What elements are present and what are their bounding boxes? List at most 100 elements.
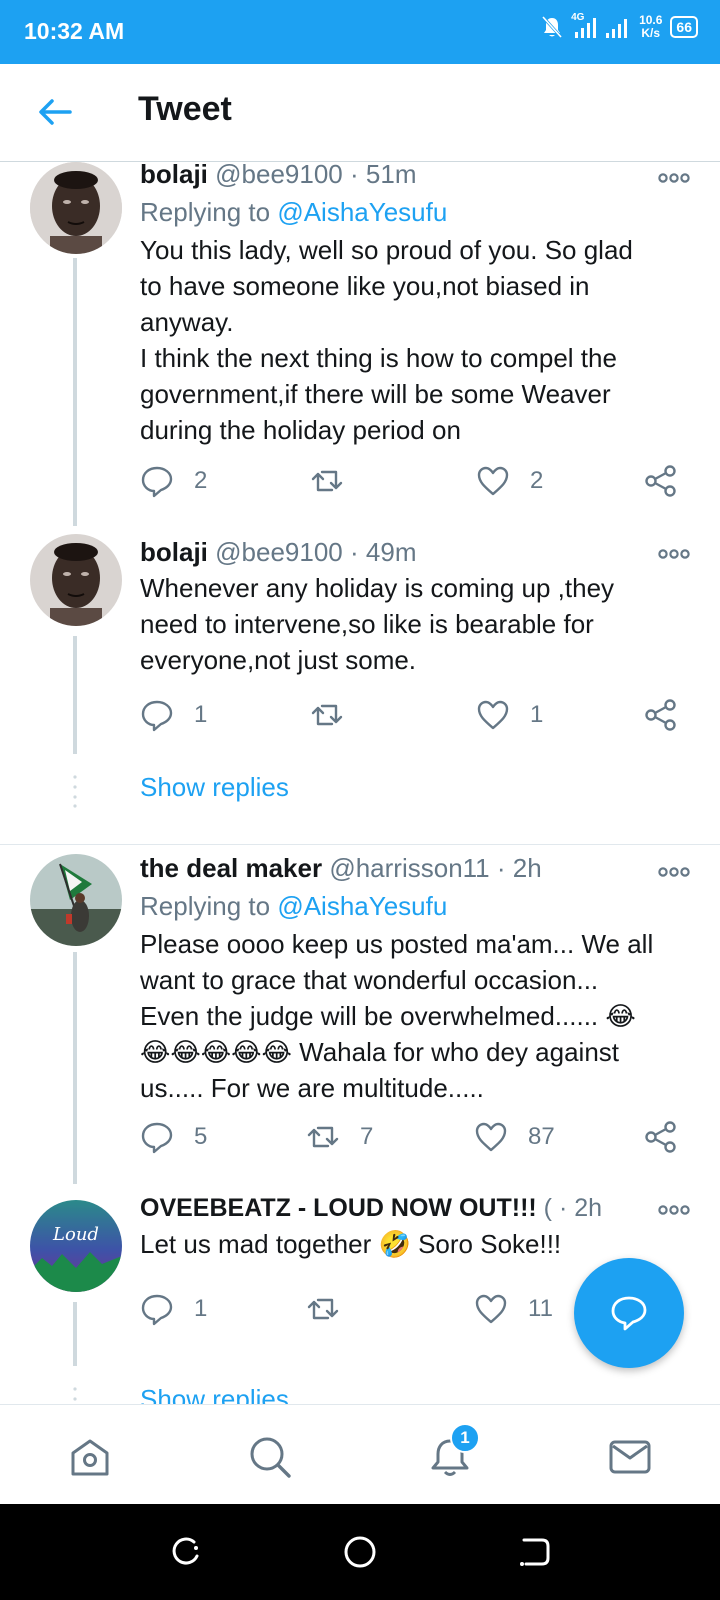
avatar-album-icon: Loud [30,1200,122,1292]
compose-reply-button[interactable] [574,1258,684,1368]
share-button[interactable] [644,698,678,732]
tweet-header: OVEEBEATZ - LOUD NOW OUT!!! ( · 2h [140,1192,692,1224]
recents-icon [172,1537,199,1565]
system-navigation-bar [0,1504,720,1600]
tweet-content: bolaji @bee9100 · 49m Whenever any holid… [140,536,692,678]
tweet-time: 49m [365,537,417,567]
reply-button[interactable]: 2 [140,464,207,498]
more-icon [658,867,690,877]
more-options-button[interactable] [656,544,692,564]
mute-bell-icon [541,15,563,39]
reply-icon [141,1122,173,1154]
avatar-flag-icon [30,854,122,946]
reply-icon [141,1294,173,1326]
share-button[interactable] [644,464,678,498]
show-replies-link[interactable]: Show replies [140,1384,289,1404]
like-button[interactable]: 1 [476,698,543,732]
reply-count: 2 [194,467,208,494]
home-system-button[interactable] [342,1534,378,1570]
retweet-button[interactable]: 7 [306,1120,373,1154]
reply-button[interactable]: 1 [140,1292,207,1326]
mail-icon [609,1440,651,1474]
avatar[interactable] [30,162,122,254]
nav-home[interactable] [68,1435,112,1479]
tweet-text-line: to have someone like you,not biased in [140,271,590,301]
divider [0,844,720,845]
share-icon [645,465,676,497]
reply-button[interactable]: 1 [140,698,207,732]
more-options-button[interactable] [656,168,692,188]
search-icon [250,1437,291,1478]
thread-dots [73,775,77,808]
more-icon [658,549,690,559]
avatar[interactable] [30,854,122,946]
like-count: 1 [530,701,544,728]
app-header: Tweet [0,64,720,162]
status-time: 10:32 AM [24,18,125,44]
retweet-icon [311,704,343,726]
mention-link[interactable]: @AishaYesufu [277,891,447,921]
status-bar: 10:32 AM 4G 10.6 K/s 66 [0,0,720,64]
retweet-icon [311,470,343,492]
author-name[interactable]: bolaji [140,537,208,567]
tweet-text-line: want to grace that wonderful occasion... [140,965,599,995]
more-options-button[interactable] [656,1200,692,1220]
avatar-album-title: Loud [52,1224,99,1245]
like-button[interactable]: 87 [474,1120,555,1154]
author-name[interactable]: the deal maker [140,853,322,883]
like-button[interactable]: 11 [474,1292,553,1326]
mention-link[interactable]: @AishaYesufu [277,197,447,227]
author-handle[interactable]: @bee9100 [215,162,343,189]
thread-connector [73,258,77,526]
replying-to: Replying to @AishaYesufu [140,194,692,230]
author-name[interactable]: bolaji [140,162,208,189]
back-system-button[interactable] [516,1534,552,1570]
recents-button[interactable] [168,1534,204,1570]
author-handle[interactable]: @harrisson11 [329,853,489,883]
back-button[interactable] [36,92,76,132]
net-speed: 10.6 K/s [639,14,662,40]
author-handle[interactable]: @bee9100 [215,537,343,567]
like-button[interactable]: 2 [476,464,543,498]
more-options-button[interactable] [656,862,692,882]
tweet-text: Let us mad together 🤣 Soro Soke!!! [140,1226,692,1262]
replying-label: Replying to [140,891,271,921]
tweet-content: bolaji @bee9100 · 51m Replying to @Aisha… [140,162,692,448]
tweet-thread[interactable]: bolaji @bee9100 · 51m Replying to @Aisha… [0,162,720,1404]
retweet-button[interactable] [310,464,364,498]
tweet-3[interactable]: the deal maker @harrisson11 · 2h Replyin… [0,853,720,1190]
retweet-button[interactable] [310,698,364,732]
nav-search[interactable] [248,1435,292,1479]
show-replies-link[interactable]: Show replies [140,772,289,803]
retweet-button[interactable] [306,1292,360,1326]
bottom-navigation: 1 [0,1404,720,1504]
nav-messages[interactable] [608,1435,652,1479]
tweet-actions: 1 1 [140,698,690,738]
separator-dot: · [350,537,359,567]
share-button[interactable] [644,1120,678,1154]
home-icon [71,1439,109,1476]
battery-indicator: 66 [670,16,698,38]
like-icon [477,466,509,496]
like-count: 2 [530,467,544,494]
tweet-text-line: everyone,not just some. [140,645,417,675]
like-icon [477,700,509,730]
reply-icon [141,700,173,732]
like-icon [475,1294,507,1324]
author-name[interactable]: OVEEBEATZ - LOUD NOW OUT!!! [140,1194,537,1222]
tweet-text-line: government,if there will be some Weaver [140,379,611,409]
like-count: 11 [528,1295,553,1322]
avatar[interactable]: Loud [30,1200,122,1292]
tweet-text-line: Whenever any holiday is coming up ,they [140,573,615,603]
tweet-1[interactable]: bolaji @bee9100 · 51m Replying to @Aisha… [0,162,720,532]
tweet-text-line: Let us mad together 🤣 Soro Soke!!! [140,1229,562,1259]
avatar[interactable] [30,534,122,626]
tweet-time: 2h [574,1194,603,1222]
reply-button[interactable]: 5 [140,1120,207,1154]
page-title: Tweet [138,90,232,128]
reply-count: 5 [194,1123,208,1150]
tweet-2[interactable]: bolaji @bee9100 · 49m Whenever any holid… [0,534,720,764]
tweet-content: OVEEBEATZ - LOUD NOW OUT!!! ( · 2h Let u… [140,1192,692,1262]
tweet-text-line: need to intervene,so like is bearable fo… [140,609,594,639]
author-handle[interactable]: ( [544,1194,552,1222]
